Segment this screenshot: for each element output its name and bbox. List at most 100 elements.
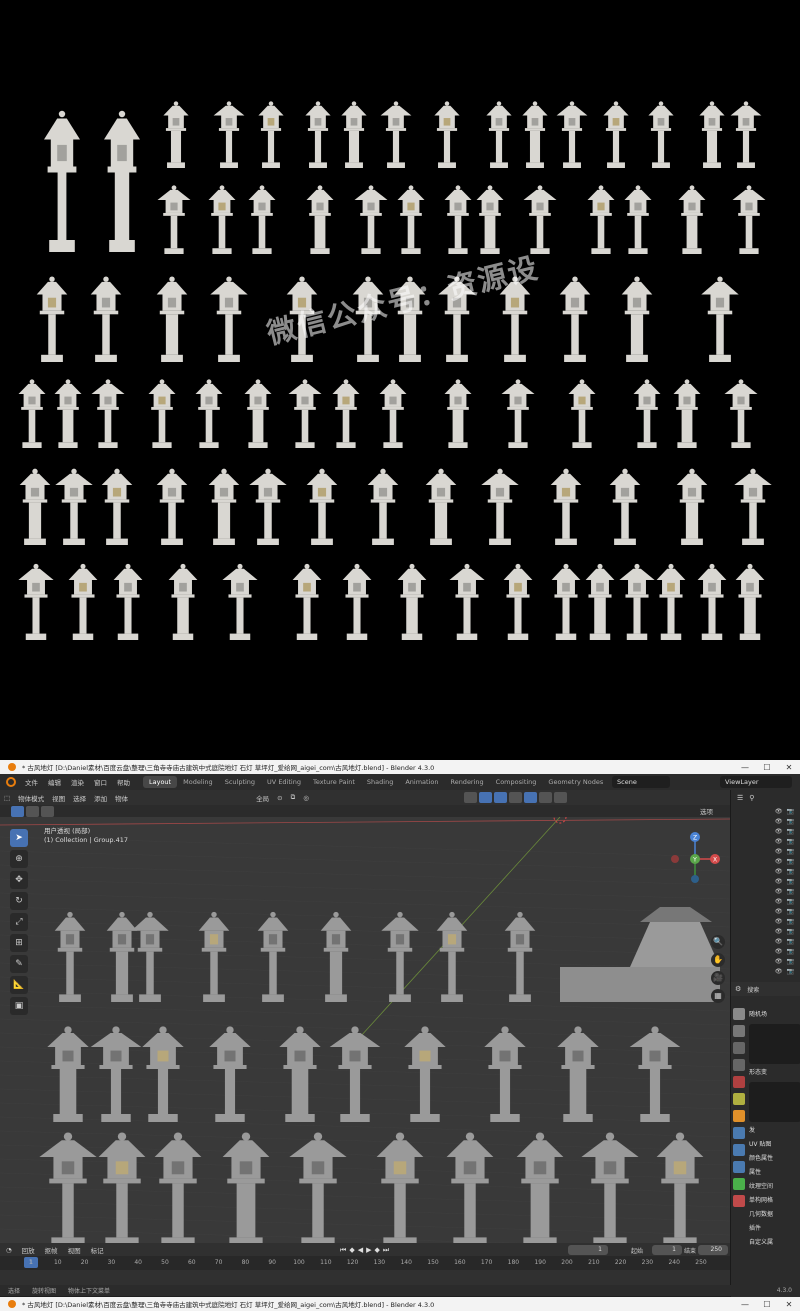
minimize-button[interactable]: —	[734, 763, 756, 772]
tab-sculpting[interactable]: Sculpting	[219, 776, 261, 788]
select-subtract-icon[interactable]	[41, 806, 54, 817]
eye-icon[interactable]: 👁	[775, 808, 783, 815]
menu-object[interactable]: 物体	[111, 793, 132, 803]
options-menu[interactable]: 选项	[700, 806, 713, 816]
outliner-row[interactable]: 👁 📷	[731, 856, 800, 866]
navigation-gizmo[interactable]: Z X Y	[665, 829, 725, 889]
camera-icon[interactable]: 📷	[787, 858, 794, 865]
play-icon[interactable]: ▶	[366, 1246, 371, 1255]
camera-icon[interactable]: 📷	[787, 878, 794, 885]
prop-section-color-attributes[interactable]: 颜色属性	[749, 1152, 800, 1166]
camera-icon[interactable]: 📷	[787, 948, 794, 955]
modifier-tab-icon[interactable]	[733, 1127, 745, 1139]
move-tool-icon[interactable]: ✥	[10, 871, 28, 889]
camera-icon[interactable]: 📷	[787, 958, 794, 965]
tab-compositing[interactable]: Compositing	[490, 776, 543, 788]
zoom-icon[interactable]: 🔍	[711, 935, 725, 949]
start-frame-field[interactable]: 1	[652, 1245, 682, 1255]
eye-icon[interactable]: 👁	[775, 968, 783, 975]
camera-icon[interactable]: 📷	[787, 828, 794, 835]
annotate-tool-icon[interactable]: ✎	[10, 955, 28, 973]
camera-icon[interactable]: 📷	[787, 868, 794, 875]
prop-section-attributes[interactable]: 属性	[749, 1166, 800, 1180]
editor-type-icon[interactable]: ⬚	[0, 794, 14, 802]
prev-key-icon[interactable]: ◆	[349, 1246, 354, 1255]
outliner-row[interactable]: 👁 📷	[731, 956, 800, 966]
menu-view[interactable]: 视图	[48, 793, 69, 803]
next-key-icon[interactable]: ◆	[374, 1246, 379, 1255]
maximize-button[interactable]: ☐	[756, 763, 778, 772]
camera-icon[interactable]: 📷	[787, 838, 794, 845]
rotate-tool-icon[interactable]: ↻	[10, 892, 28, 910]
eye-icon[interactable]: 👁	[775, 938, 783, 945]
prop-section-geometry-data[interactable]: 几何数据	[749, 1208, 800, 1222]
select-tool-icon[interactable]: ➤	[10, 829, 28, 847]
camera-icon[interactable]: 📷	[787, 848, 794, 855]
camera-icon[interactable]: 📷	[787, 818, 794, 825]
render-shading-icon[interactable]	[553, 792, 567, 803]
snap-icon[interactable]: ⧉	[287, 793, 300, 802]
eye-icon[interactable]: 👁	[775, 838, 783, 845]
menu-help[interactable]: 帮助	[112, 777, 135, 787]
menu-file[interactable]: 文件	[20, 777, 43, 787]
select-box-mode-icon[interactable]	[11, 806, 24, 817]
pan-hand-icon[interactable]: ✋	[711, 953, 725, 967]
camera-icon[interactable]: 📷	[787, 908, 794, 915]
properties-editor-icon[interactable]: ⚙	[735, 985, 741, 993]
particles-tab-icon[interactable]	[733, 1144, 745, 1156]
prop-section-custom-props[interactable]: 自定义属	[749, 1236, 800, 1250]
tab-modeling[interactable]: Modeling	[177, 776, 219, 788]
menu-add[interactable]: 添加	[90, 793, 111, 803]
eye-icon[interactable]: 👁	[775, 898, 783, 905]
view-layer-selector[interactable]: ViewLayer	[720, 776, 792, 788]
scene-tab-icon[interactable]	[733, 1076, 745, 1088]
camera-view-icon[interactable]: 🎥	[711, 971, 725, 985]
prop-section-uv-maps[interactable]: UV 贴图	[749, 1138, 800, 1152]
material-tab-icon[interactable]	[733, 1195, 745, 1207]
outliner-row[interactable]: 👁 📷	[731, 896, 800, 906]
tab-geometry-nodes[interactable]: Geometry Nodes	[542, 776, 609, 788]
visibility-icon[interactable]	[463, 792, 477, 803]
tab-uv-editing[interactable]: UV Editing	[261, 776, 307, 788]
world-tab-icon[interactable]	[733, 1093, 745, 1105]
eye-icon[interactable]: 👁	[775, 948, 783, 955]
tab-animation[interactable]: Animation	[399, 776, 444, 788]
timeline-ruler[interactable]: 1 1 10 20 30 40 50 60 70 80 90 100 110 120 130 140 150 1…	[0, 1256, 730, 1270]
eye-icon[interactable]: 👁	[775, 928, 783, 935]
tool-tab-icon[interactable]	[733, 1008, 745, 1020]
menu-edit[interactable]: 编辑	[43, 777, 66, 787]
random-list-box[interactable]	[749, 1024, 800, 1064]
play-reverse-icon[interactable]: ◀	[358, 1246, 363, 1255]
close-button[interactable]: ✕	[778, 763, 800, 772]
measure-tool-icon[interactable]: 📐	[10, 976, 28, 994]
eye-icon[interactable]: 👁	[775, 848, 783, 855]
scale-tool-icon[interactable]: ⤢	[10, 913, 28, 931]
current-frame-field[interactable]: 1	[568, 1245, 608, 1255]
select-extend-icon[interactable]	[26, 806, 39, 817]
outliner-row[interactable]: 👁 📷	[731, 936, 800, 946]
outliner-row[interactable]: 👁 📷	[731, 806, 800, 816]
menu-marker[interactable]: 标记	[91, 1245, 104, 1255]
menu-render[interactable]: 渲染	[66, 777, 89, 787]
jump-end-icon[interactable]: ⏭	[383, 1246, 389, 1255]
data-tab-icon[interactable]	[733, 1178, 745, 1190]
properties-search[interactable]: 搜索	[747, 985, 759, 994]
eye-icon[interactable]: 👁	[775, 958, 783, 965]
output-tab-icon[interactable]	[733, 1042, 745, 1054]
3d-viewport[interactable]: 用户透视 (局部) (1) Collection | Group.417 ➤ ⊕…	[0, 817, 730, 1243]
outliner-editor-icon[interactable]: ☰	[737, 794, 743, 802]
eye-icon[interactable]: 👁	[775, 828, 783, 835]
proportional-icon[interactable]: ◎	[299, 794, 313, 802]
blender-logo-icon[interactable]	[6, 777, 16, 787]
outliner-row[interactable]: 👁 📷	[731, 926, 800, 936]
menu-keying[interactable]: 抠帧	[45, 1245, 58, 1255]
pivot-icon[interactable]: ⊙	[273, 794, 286, 802]
shape-keys-list-box[interactable]	[749, 1082, 800, 1122]
outliner-row[interactable]: 👁 📷	[731, 966, 800, 976]
outliner-row[interactable]: 👁 📷	[731, 816, 800, 826]
outliner-filter-icon[interactable]: ⚲	[749, 794, 754, 802]
prop-section-remesh[interactable]: 单构网格	[749, 1194, 800, 1208]
eye-icon[interactable]: 👁	[775, 818, 783, 825]
tab-rendering[interactable]: Rendering	[444, 776, 489, 788]
outliner-row[interactable]: 👁 📷	[731, 916, 800, 926]
